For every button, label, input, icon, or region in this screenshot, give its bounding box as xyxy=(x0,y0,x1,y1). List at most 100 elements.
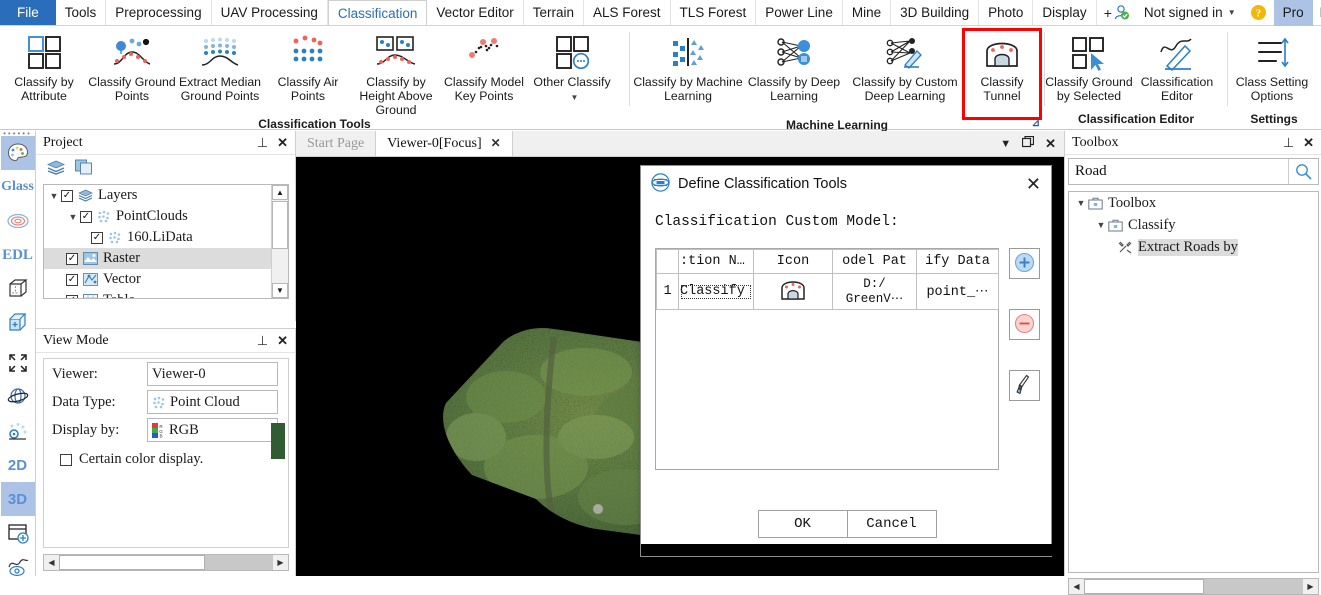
chevron-down-icon[interactable]: ▼ xyxy=(1094,220,1108,230)
menu-item-uav-processing[interactable]: UAV Processing xyxy=(212,0,328,25)
tree-item-layers[interactable]: ▼ ✓ Layers xyxy=(44,185,271,206)
question-circle-icon[interactable]: ? xyxy=(1243,0,1274,26)
layers-stack-icon[interactable] xyxy=(46,159,66,178)
viewer-value[interactable]: Viewer-0 xyxy=(147,362,278,386)
toolbox-hscrollbar[interactable]: ◀ ▶ xyxy=(1068,578,1319,595)
hscroll-thumb[interactable] xyxy=(59,555,205,570)
menu-item-tls-forest[interactable]: TLS Forest xyxy=(671,0,757,25)
tree-item-lidata[interactable]: ✓ 160.LiData xyxy=(44,227,271,248)
hscroll-track[interactable] xyxy=(59,555,273,570)
remove-button[interactable] xyxy=(1009,309,1040,340)
search-icon[interactable] xyxy=(1288,159,1318,184)
other-classify-button[interactable]: Other Classify ▼ xyxy=(528,30,616,105)
close-icon[interactable]: ✕ xyxy=(491,136,501,151)
dialog-launcher-icon[interactable]: ⊿ xyxy=(1032,117,1040,131)
classify-air-points-button[interactable]: Classify Air Points xyxy=(264,30,352,103)
chevron-down-icon[interactable]: ▼ xyxy=(1000,138,1011,150)
certain-color-display-checkbox-row[interactable]: Certain color display. xyxy=(60,451,288,468)
copy-layers-icon[interactable] xyxy=(74,158,94,178)
hscroll-thumb[interactable] xyxy=(1084,579,1204,594)
fit-to-screen-icon[interactable] xyxy=(1,346,35,380)
add-box-icon[interactable] xyxy=(1,306,35,340)
menu-item-photo[interactable]: Photo xyxy=(979,0,1034,25)
tab-viewer-0[interactable]: Viewer-0[Focus] ✕ xyxy=(375,131,513,156)
add-user-icon[interactable]: + xyxy=(1097,0,1137,26)
scroll-right-arrow[interactable]: ▶ xyxy=(273,558,288,567)
classify-tunnel-button[interactable]: Classify Tunnel xyxy=(962,28,1042,120)
menu-item-mine[interactable]: Mine xyxy=(843,0,892,25)
point-settings-icon[interactable] xyxy=(1,414,35,448)
cell-icon[interactable] xyxy=(753,273,833,310)
toolbox-tree-item-classify[interactable]: ▼ Classify xyxy=(1069,214,1318,236)
menu-item-terrain[interactable]: Terrain xyxy=(524,0,584,25)
2d-label[interactable]: 2D xyxy=(1,448,35,482)
classify-by-machine-learning-button[interactable]: Classify by Machine Learning xyxy=(633,30,743,103)
checkbox[interactable]: ✓ xyxy=(80,210,92,223)
edl-label[interactable]: EDL xyxy=(1,238,35,272)
hscroll-track[interactable] xyxy=(1084,579,1303,594)
restore-window-icon[interactable] xyxy=(1021,135,1035,151)
close-icon[interactable]: ✕ xyxy=(277,333,288,349)
col-header-function-name[interactable]: :tion Nar xyxy=(678,249,754,274)
checkbox[interactable]: ✓ xyxy=(66,252,78,265)
table-row[interactable]: 1 Classify Tunnel xyxy=(656,273,999,310)
classify-by-height-above-ground-button[interactable]: Classify by Height Above Ground xyxy=(352,30,440,117)
tab-start-page[interactable]: Start Page xyxy=(296,131,376,156)
checkbox[interactable]: ✓ xyxy=(91,231,103,244)
scroll-up-arrow[interactable]: ▲ xyxy=(272,185,288,200)
cell-classify-data[interactable]: point_⋯ xyxy=(916,273,999,310)
menu-item-tools[interactable]: Tools xyxy=(56,0,107,25)
pin-icon[interactable]: ⊥ xyxy=(257,333,268,349)
palette-icon[interactable] xyxy=(0,136,35,170)
close-icon[interactable]: ✕ xyxy=(1045,136,1056,152)
orbit-icon[interactable] xyxy=(1,380,35,414)
checkbox[interactable]: ✓ xyxy=(61,189,73,202)
scroll-down-arrow[interactable]: ▼ xyxy=(272,283,288,298)
profile-view-icon[interactable] xyxy=(1,550,35,584)
checkbox[interactable]: ✓ xyxy=(66,273,78,286)
add-button[interactable] xyxy=(1009,248,1040,279)
close-icon[interactable]: ✕ xyxy=(1303,135,1314,151)
col-header-index[interactable] xyxy=(656,249,679,274)
ok-button[interactable]: OK xyxy=(757,510,848,538)
classify-by-custom-deep-learning-button[interactable]: Classify by Custom Deep Learning xyxy=(846,30,964,103)
col-header-classify-data[interactable]: ify Data xyxy=(916,249,999,274)
bounding-box-icon[interactable] xyxy=(1,272,35,306)
toolbox-tree-item-toolbox[interactable]: ▼ Toolbox xyxy=(1069,192,1318,214)
menu-item-display[interactable]: Display xyxy=(1033,0,1097,25)
classification-editor-button[interactable]: Classification Editor xyxy=(1133,30,1221,103)
vscroll-thumb[interactable] xyxy=(272,201,288,249)
col-header-model-path[interactable]: odel Pat xyxy=(832,249,917,274)
chevron-down-icon[interactable]: ▼ xyxy=(1074,198,1088,208)
classify-by-deep-learning-button[interactable]: Classify by Deep Learning xyxy=(742,30,846,103)
classify-ground-by-selected-button[interactable]: Classify Ground by Selected xyxy=(1045,30,1133,103)
classify-model-key-points-button[interactable]: Classify Model Key Points xyxy=(440,30,528,103)
color-swatch[interactable] xyxy=(271,423,285,459)
chevron-down-icon[interactable]: ▼ xyxy=(66,212,80,222)
classify-by-attribute-button[interactable]: Classify by Attribute xyxy=(0,30,88,103)
contour-icon[interactable] xyxy=(1,204,35,238)
col-header-icon[interactable]: Icon xyxy=(753,249,833,274)
tree-item-table[interactable]: ✓ Table xyxy=(44,290,271,298)
toolbox-tree-item-extract-roads[interactable]: Extract Roads by xyxy=(1069,236,1318,258)
clear-button[interactable] xyxy=(1009,370,1040,401)
license-pro-button[interactable]: Pro xyxy=(1273,0,1313,26)
cell-function-name[interactable]: Classify Tunnel xyxy=(678,273,754,310)
add-window-icon[interactable] xyxy=(1,516,35,550)
close-icon[interactable]: ✕ xyxy=(1026,175,1041,193)
class-setting-options-button[interactable]: Class Setting Options xyxy=(1228,30,1316,103)
extract-median-ground-points-button[interactable]: Extract Median Ground Points xyxy=(176,30,264,103)
scroll-left-arrow[interactable]: ◀ xyxy=(44,558,59,567)
tree-item-raster[interactable]: ✓ Raster xyxy=(44,248,271,269)
view-mode-hscrollbar[interactable]: ◀ ▶ xyxy=(43,554,289,571)
pin-icon[interactable]: ⊥ xyxy=(257,135,268,151)
license-basic-button[interactable]: Basic xyxy=(1313,0,1321,26)
menu-item-file[interactable]: File xyxy=(0,0,56,25)
menu-item-preprocessing[interactable]: Preprocessing xyxy=(106,0,212,25)
close-icon[interactable]: ✕ xyxy=(277,135,288,151)
checkbox[interactable]: ✓ xyxy=(66,294,78,298)
menu-item-3d-building[interactable]: 3D Building xyxy=(891,0,980,25)
dialog-header[interactable]: Define Classification Tools ✕ xyxy=(641,166,1051,202)
scroll-right-arrow[interactable]: ▶ xyxy=(1303,582,1318,591)
classify-ground-points-button[interactable]: Classify Ground Points xyxy=(88,30,176,103)
